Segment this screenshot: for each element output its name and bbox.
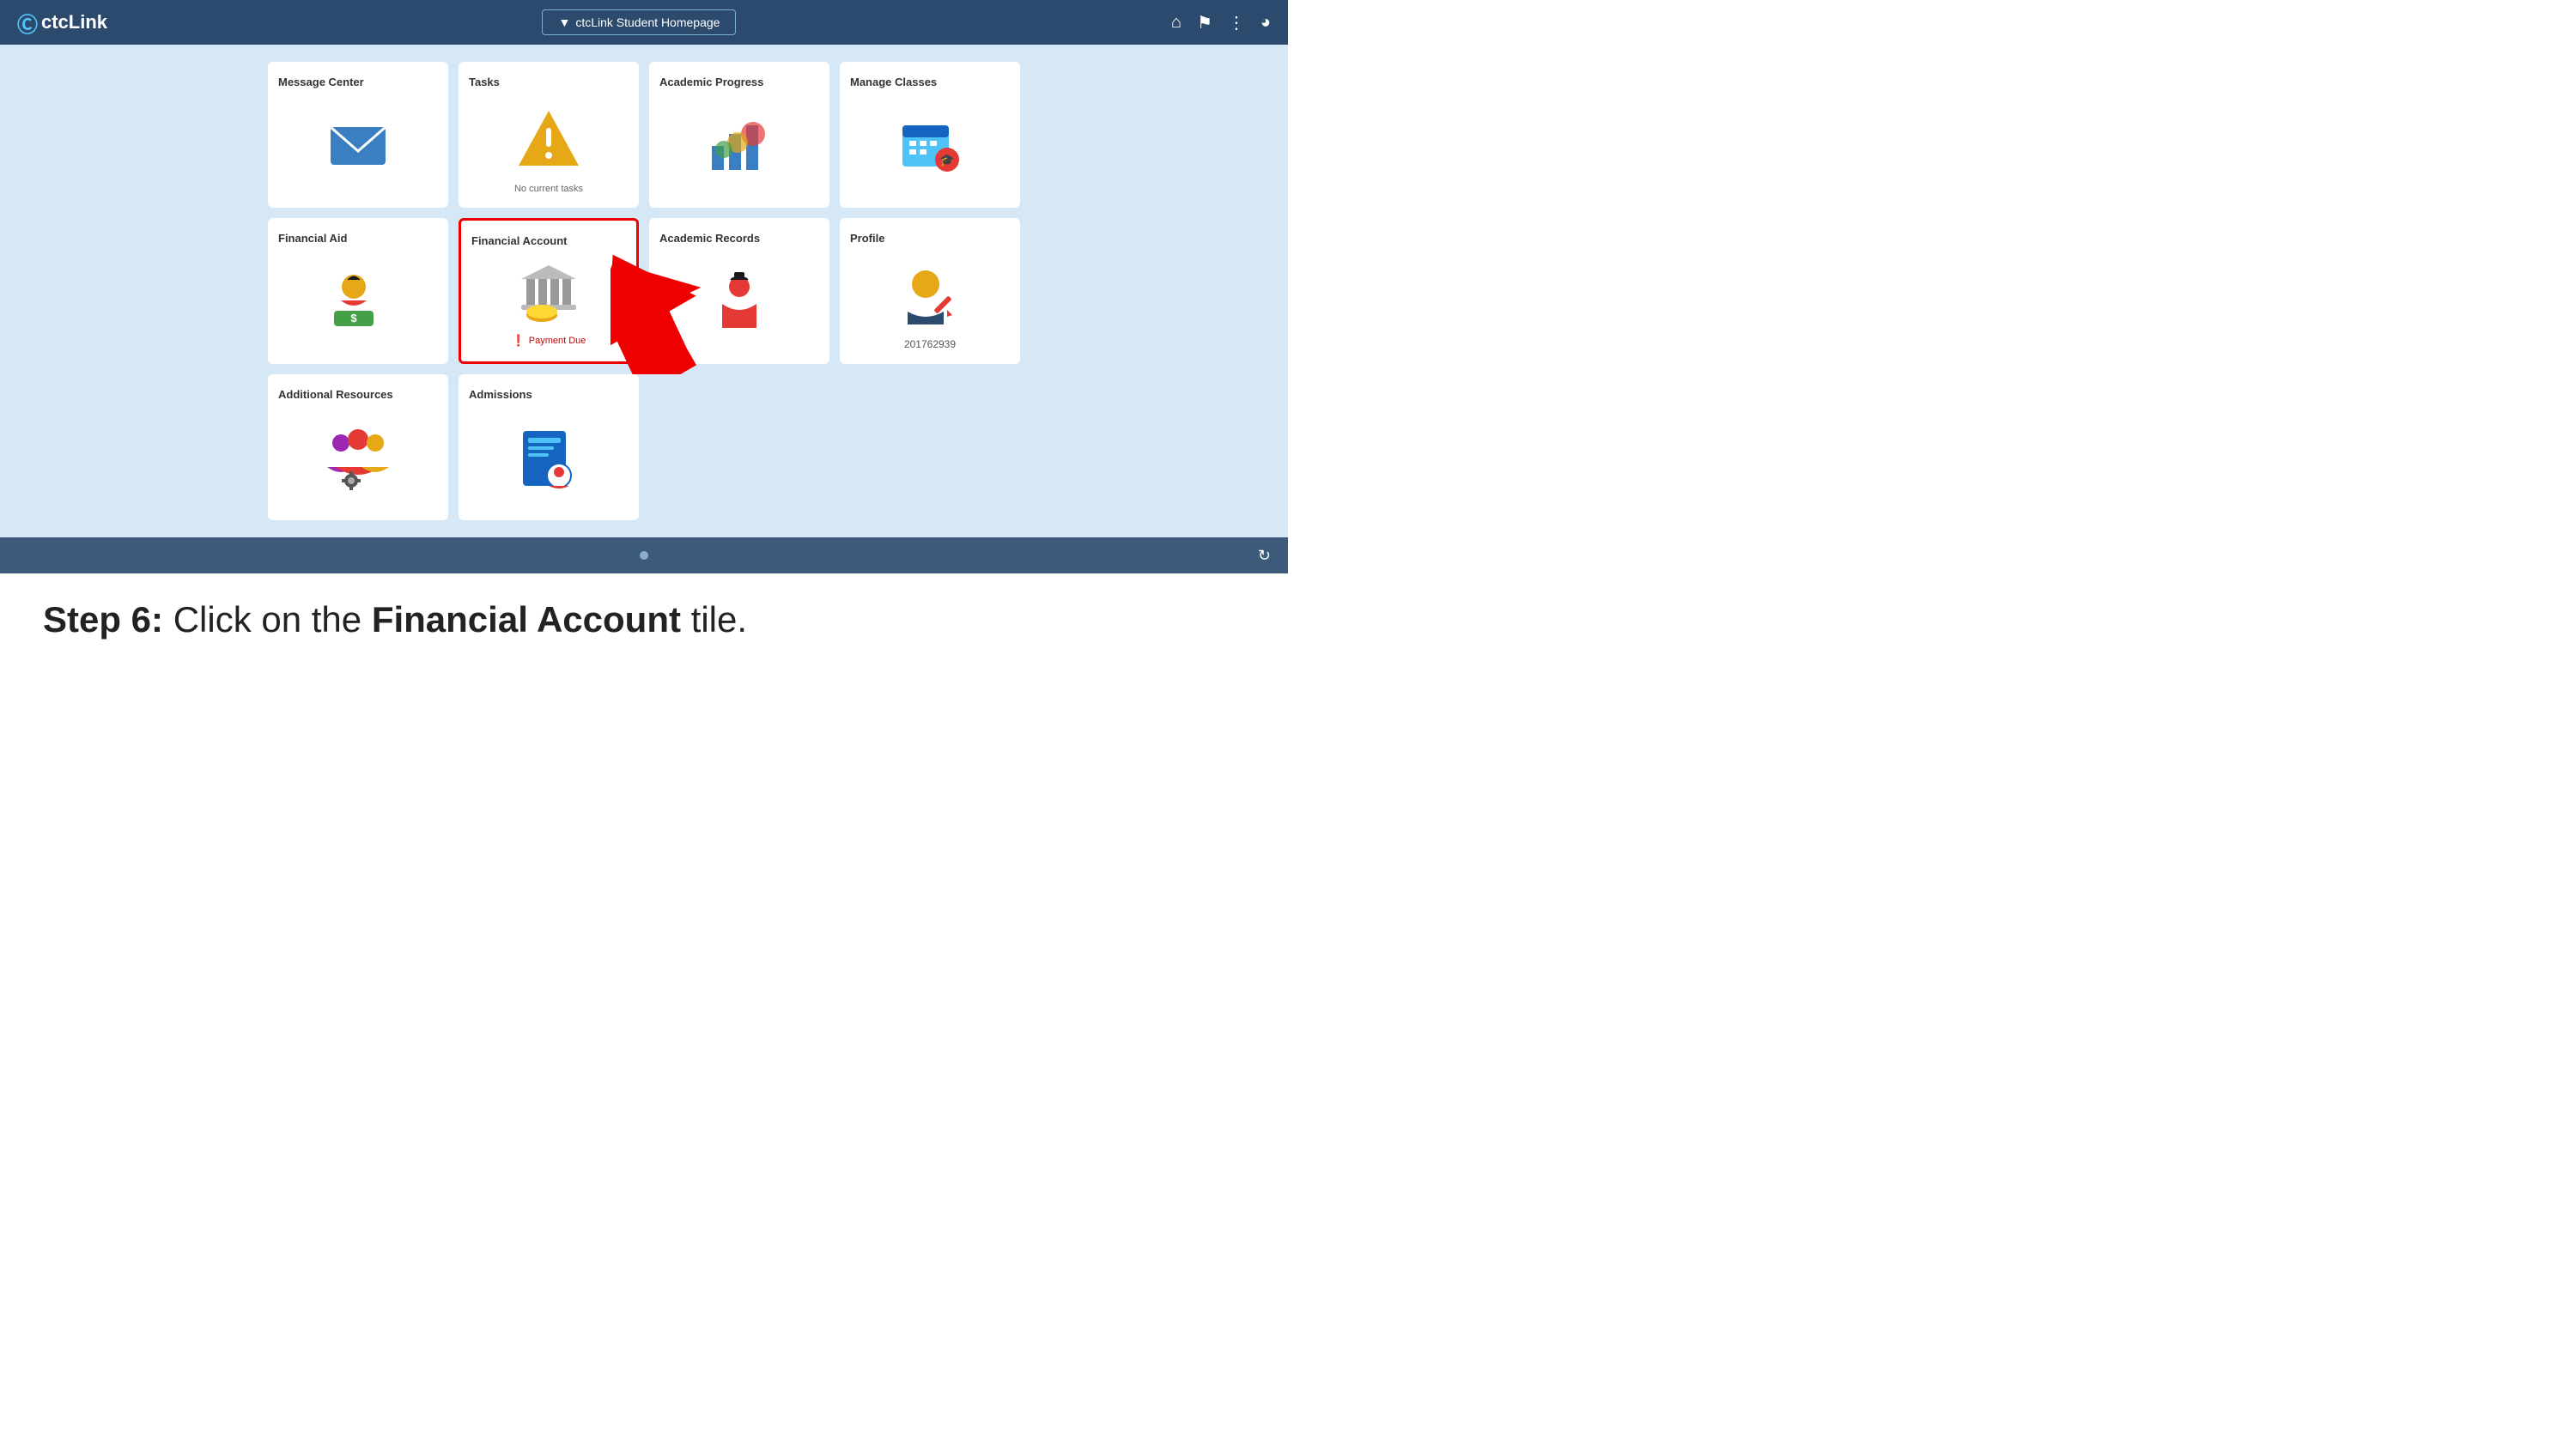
main-area: Message Center Tasks: [0, 45, 1288, 537]
compass-icon[interactable]: ◕: [1261, 13, 1271, 33]
refresh-icon[interactable]: ↻: [1258, 547, 1271, 565]
step-number: Step 6:: [43, 599, 163, 640]
tile-financial-aid[interactable]: Financial Aid $: [268, 218, 448, 364]
dropdown-arrow: ▼: [558, 15, 570, 29]
tile-financial-account[interactable]: Financial Account: [459, 218, 639, 364]
chart-icon: [705, 112, 774, 180]
tile-admissions-title: Admissions: [469, 388, 532, 401]
tile-additional-resources-icon-area: [278, 409, 438, 506]
people-gear-icon: [324, 424, 392, 493]
tile-tasks-title: Tasks: [469, 76, 500, 88]
payment-due-text: Payment Due: [529, 336, 586, 346]
tile-message-center[interactable]: Message Center: [268, 62, 448, 208]
logo-icon: Ⓒ: [17, 8, 38, 38]
step-text-after: tile.: [691, 599, 747, 640]
tile-academic-progress[interactable]: Academic Progress: [649, 62, 829, 208]
tile-message-center-title: Message Center: [278, 76, 364, 88]
page-indicator-dot: [640, 551, 648, 560]
flag-icon[interactable]: ⚑: [1197, 12, 1212, 33]
calendar-grad-icon: 🎓: [896, 112, 964, 180]
tile-financial-aid-icon-area: $: [278, 253, 438, 350]
tile-profile-title: Profile: [850, 232, 884, 245]
step-section: Step 6: Click on the Financial Account t…: [0, 573, 1288, 666]
tile-message-center-icon-area: [278, 97, 438, 194]
header-icons: ⌂ ⚑ ⋮ ◕: [1171, 12, 1271, 33]
tile-tasks-icon-area: [469, 97, 629, 179]
tiles-grid-container: Message Center Tasks: [120, 62, 1168, 520]
tile-profile-icon-area: [850, 253, 1010, 335]
doc-person-icon: [514, 424, 583, 493]
logo: Ⓒ ctcLink: [17, 8, 107, 38]
bottom-bar: ↻: [0, 537, 1288, 573]
payment-due-icon: ❗: [512, 334, 526, 348]
grad-money-icon: $: [324, 268, 392, 336]
step-instruction: Step 6: Click on the Financial Account t…: [43, 599, 1245, 640]
tile-financial-aid-title: Financial Aid: [278, 232, 347, 245]
no-tasks-text: No current tasks: [514, 184, 583, 194]
svg-text:$: $: [350, 312, 357, 324]
step-text-before: Click on the: [173, 599, 372, 640]
profile-number: 201762939: [904, 338, 956, 350]
header: Ⓒ ctcLink ▼ ctcLink Student Homepage ⌂ ⚑…: [0, 0, 1288, 45]
header-center: ▼ ctcLink Student Homepage: [542, 9, 736, 35]
person-pencil-icon: [896, 260, 964, 329]
tile-admissions-icon-area: [469, 409, 629, 506]
bank-icon: [514, 258, 583, 327]
tile-financial-account-title: Financial Account: [471, 234, 567, 247]
tile-academic-records-icon-area: [659, 253, 819, 350]
tile-manage-classes[interactable]: Manage Classes 🎓: [840, 62, 1020, 208]
tile-profile[interactable]: Profile 201762939: [840, 218, 1020, 364]
homepage-button[interactable]: ▼ ctcLink Student Homepage: [542, 9, 736, 35]
tile-academic-progress-icon-area: [659, 97, 819, 194]
tile-additional-resources-title: Additional Resources: [278, 388, 393, 401]
tile-academic-records-title: Academic Records: [659, 232, 760, 245]
svg-text:🎓: 🎓: [939, 153, 954, 167]
envelope-icon: [324, 112, 392, 180]
tile-manage-classes-title: Manage Classes: [850, 76, 937, 88]
payment-due-status: ❗ Payment Due: [512, 334, 586, 348]
step-highlight-word: Financial Account: [372, 599, 681, 640]
tiles-grid: Message Center Tasks: [268, 62, 1020, 520]
tile-manage-classes-icon-area: 🎓: [850, 97, 1010, 194]
tile-academic-progress-title: Academic Progress: [659, 76, 763, 88]
tile-additional-resources[interactable]: Additional Resources: [268, 374, 448, 520]
logo-text: ctcLink: [41, 11, 107, 33]
more-icon[interactable]: ⋮: [1228, 12, 1245, 33]
warning-icon: [514, 104, 583, 173]
tile-tasks[interactable]: Tasks No current tasks: [459, 62, 639, 208]
tile-financial-account-icon-area: [471, 256, 626, 329]
tile-academic-records[interactable]: Academic Records: [649, 218, 829, 364]
home-icon[interactable]: ⌂: [1171, 13, 1182, 33]
homepage-label: ctcLink Student Homepage: [575, 15, 720, 29]
tile-admissions[interactable]: Admissions: [459, 374, 639, 520]
grad-group-icon: [705, 268, 774, 336]
